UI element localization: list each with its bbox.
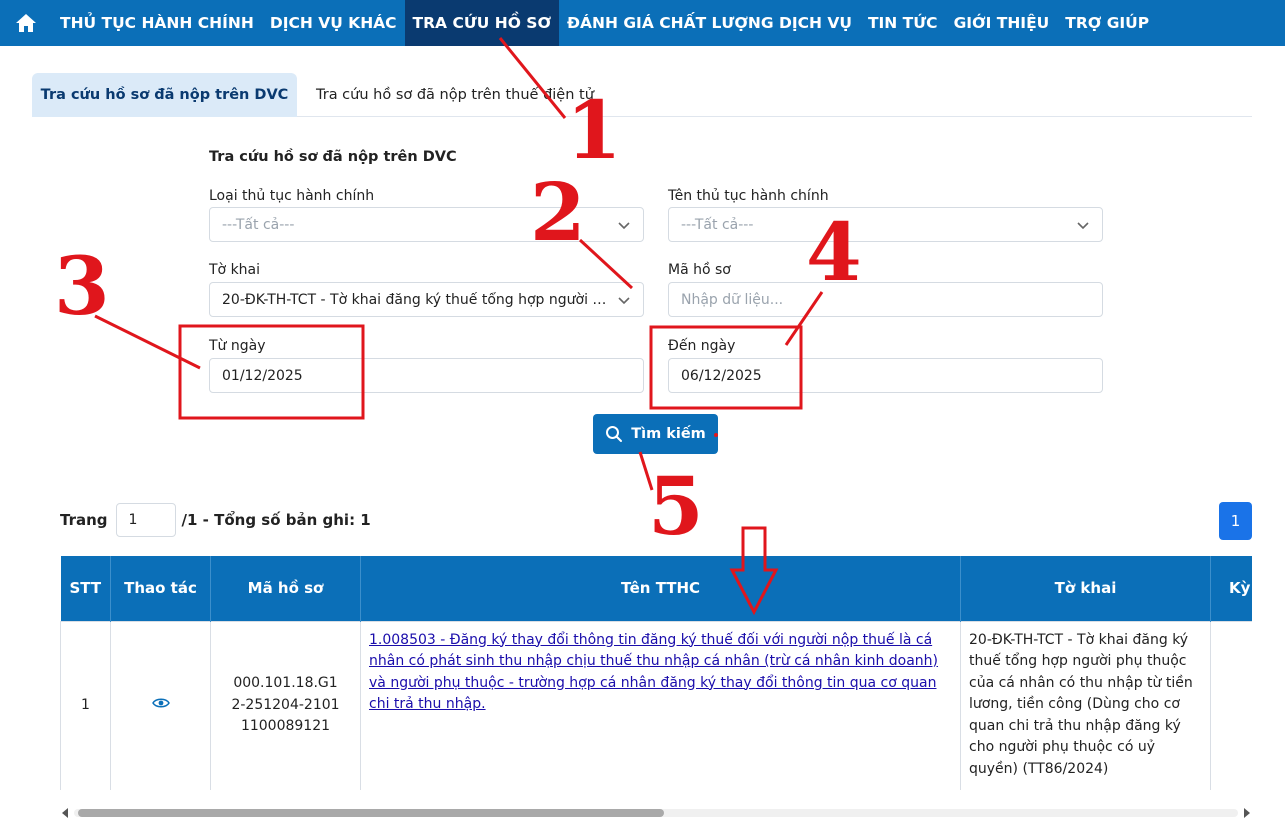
den-ngay-label: Đến ngày <box>668 338 736 354</box>
ma-ho-so-input[interactable]: Nhập dữ liệu... <box>668 282 1103 317</box>
col-header-ky: Kỳ <box>1210 556 1252 621</box>
cell-thao-tac <box>110 620 211 790</box>
chevron-down-icon <box>618 222 630 230</box>
page-button-1[interactable]: 1 <box>1219 502 1252 540</box>
tu-ngay-input[interactable]: 01/12/2025 <box>209 358 644 393</box>
cell-ma-ho-so: 000.101.18.G12-251204-21011100089121 <box>210 620 361 790</box>
den-ngay-value: 06/12/2025 <box>681 367 762 384</box>
search-tabs: Tra cứu hồ sơ đã nộp trên DVC Tra cứu hồ… <box>32 73 1252 117</box>
col-header-thao-tac: Thao tác <box>110 556 211 621</box>
ma-ho-so-placeholder: Nhập dữ liệu... <box>681 291 784 308</box>
annotation-number-4: 4 <box>806 205 862 299</box>
tu-ngay-value: 01/12/2025 <box>222 367 303 384</box>
home-button[interactable] <box>0 0 52 46</box>
annotation-number-5: 5 <box>648 459 704 553</box>
table-row: 1 000.101.18.G12-251204-21011100089121 1… <box>60 620 1252 790</box>
nav-danh-gia-chat-luong[interactable]: ĐÁNH GIÁ CHẤT LƯỢNG DỊCH VỤ <box>559 0 860 46</box>
search-icon <box>606 426 623 442</box>
tthc-link[interactable]: 1.008503 - Đăng ký thay đổi thông tin đă… <box>369 632 938 713</box>
scroll-right-icon[interactable] <box>1244 808 1250 818</box>
scroll-left-icon[interactable] <box>62 808 68 818</box>
page-number-input[interactable]: 1 <box>115 503 176 537</box>
nav-tra-cuu-ho-so[interactable]: TRA CỨU HỒ SƠ <box>404 0 560 46</box>
results-table: STT Thao tác Mã hồ sơ Tên TTHC Tờ khai K… <box>60 556 1252 790</box>
ten-tthc-select[interactable]: ---Tất cả--- <box>668 207 1103 242</box>
cell-ky <box>1210 620 1252 790</box>
to-khai-label: Tờ khai <box>209 262 261 278</box>
to-khai-value: 20-ĐK-TH-TCT - Tờ khai đăng ký thuế tổng… <box>222 291 631 308</box>
annotation-line-2 <box>578 238 634 290</box>
home-icon <box>16 14 36 32</box>
nav-thu-tuc-hanh-chinh[interactable]: THỦ TỤC HÀNH CHÍNH <box>52 0 262 46</box>
col-header-ma-ho-so: Mã hồ sơ <box>210 556 361 621</box>
nav-tin-tuc[interactable]: TIN TỨC <box>860 0 946 46</box>
tab-dvc[interactable]: Tra cứu hồ sơ đã nộp trên DVC <box>32 73 297 117</box>
form-title: Tra cứu hồ sơ đã nộp trên DVC <box>209 149 457 165</box>
eye-icon[interactable] <box>151 697 170 709</box>
col-header-stt: STT <box>60 556 111 621</box>
scrollbar-thumb[interactable] <box>78 809 664 817</box>
col-header-to-khai: Tờ khai <box>960 556 1211 621</box>
top-navbar: THỦ TỤC HÀNH CHÍNH DỊCH VỤ KHÁC TRA CỨU … <box>0 0 1285 46</box>
nav-tro-giup[interactable]: TRỢ GIÚP <box>1057 0 1157 46</box>
annotation-number-3: 3 <box>54 239 110 333</box>
ten-tthc-label: Tên thủ tục hành chính <box>668 188 829 204</box>
tu-ngay-label: Từ ngày <box>209 338 266 354</box>
nav-gioi-thieu[interactable]: GIỚI THIỆU <box>946 0 1058 46</box>
col-header-ten-tthc: Tên TTHC <box>360 556 961 621</box>
nav-dich-vu-khac[interactable]: DỊCH VỤ KHÁC <box>262 0 405 46</box>
loai-tthc-label: Loại thủ tục hành chính <box>209 188 375 204</box>
page-number-value: 1 <box>128 512 138 528</box>
to-khai-select[interactable]: 20-ĐK-TH-TCT - Tờ khai đăng ký thuế tổng… <box>209 282 644 317</box>
pager-summary: /1 - Tổng số bản ghi: 1 <box>181 511 371 529</box>
ten-tthc-value: ---Tất cả--- <box>681 216 754 233</box>
pager: Trang 1 /1 - Tổng số bản ghi: 1 <box>60 502 371 538</box>
chevron-down-icon <box>618 297 630 305</box>
ma-ho-so-label: Mã hồ sơ <box>668 262 731 278</box>
den-ngay-input[interactable]: 06/12/2025 <box>668 358 1103 393</box>
search-button[interactable]: Tìm kiếm <box>593 414 718 454</box>
annotation-line-3 <box>94 314 201 370</box>
annotation-number-1: 1 <box>566 83 622 177</box>
table-horizontal-scrollbar[interactable] <box>60 806 1252 820</box>
cell-to-khai: 20-ĐK-TH-TCT - Tờ khai đăng ký thuế tổng… <box>960 620 1211 790</box>
results-table-container: STT Thao tác Mã hồ sơ Tên TTHC Tờ khai K… <box>60 556 1252 790</box>
annotation-number-2: 2 <box>530 165 586 259</box>
cell-stt: 1 <box>60 620 111 790</box>
chevron-down-icon <box>1077 222 1089 230</box>
search-button-label: Tìm kiếm <box>631 426 706 442</box>
tab-thue-dien-tu[interactable]: Tra cứu hồ sơ đã nộp trên thuế điện tử <box>316 73 594 117</box>
loai-tthc-value: ---Tất cả--- <box>222 216 295 233</box>
pager-prefix: Trang <box>60 511 108 529</box>
table-header-row: STT Thao tác Mã hồ sơ Tên TTHC Tờ khai K… <box>60 556 1252 621</box>
cell-ten-tthc: 1.008503 - Đăng ký thay đổi thông tin đă… <box>360 620 961 790</box>
